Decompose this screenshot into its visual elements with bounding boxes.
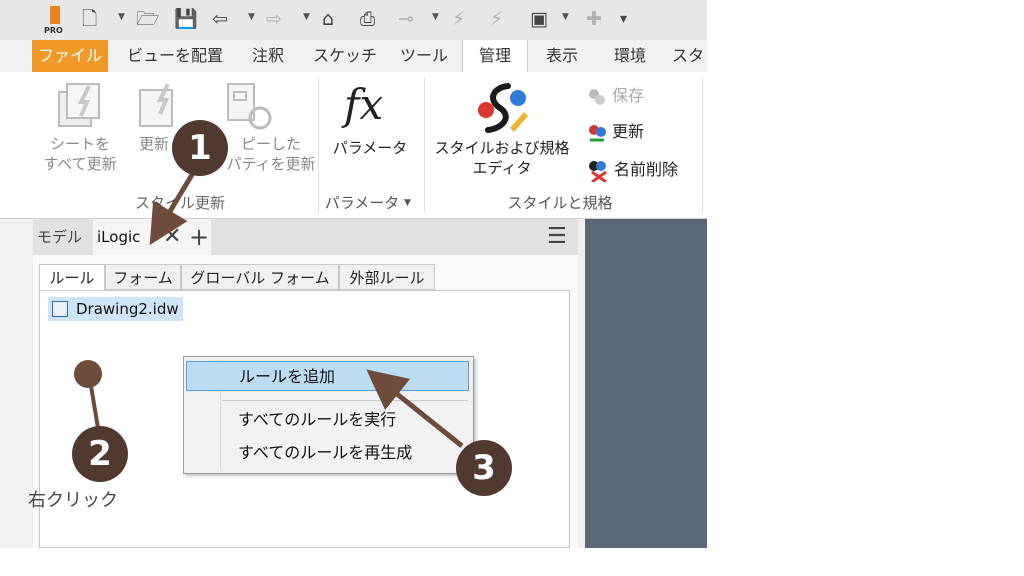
step-badge-1: 1 [172, 120, 228, 176]
right-click-note: 右クリック [28, 490, 118, 511]
right-click-marker [74, 360, 102, 388]
arrow-step3 [366, 369, 464, 448]
annotation-arrows [88, 166, 464, 448]
step-badge-2: 2 [72, 426, 128, 482]
arrow-step1 [149, 166, 199, 246]
step-badge-3: 3 [456, 440, 512, 496]
